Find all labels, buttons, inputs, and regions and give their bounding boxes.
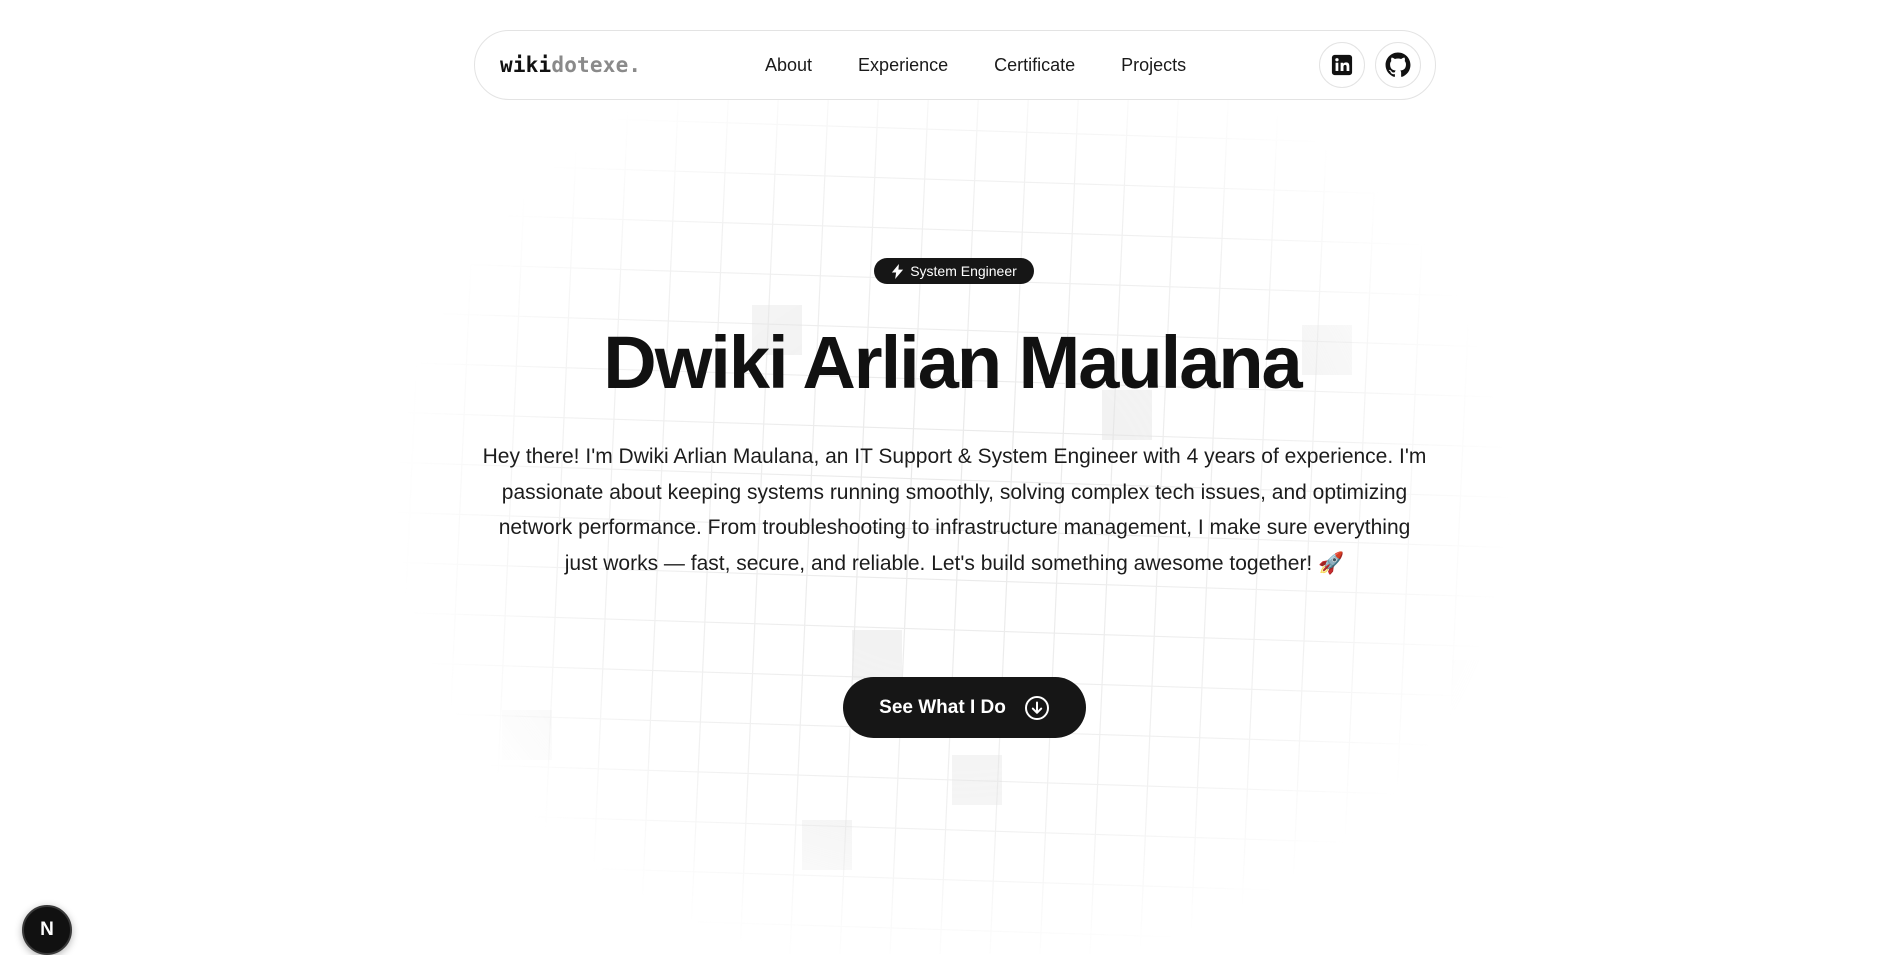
lightning-icon <box>892 263 904 279</box>
grid-cell <box>802 820 852 870</box>
top-navbar: wikidotexe. About Experience Certificate… <box>474 30 1436 100</box>
role-badge: System Engineer <box>874 258 1034 284</box>
grid-line <box>389 59 431 954</box>
cta-label: See What I Do <box>879 696 1006 718</box>
nav-links: About Experience Certificate Projects <box>765 31 1186 99</box>
grid-line <box>339 59 381 954</box>
nav-link-certificate[interactable]: Certificate <box>994 55 1075 76</box>
grid-cell <box>1452 660 1502 710</box>
grid-line <box>319 859 1591 901</box>
social-links <box>1319 42 1421 88</box>
grid-cell <box>502 710 552 760</box>
nav-link-projects[interactable]: Projects <box>1121 55 1186 76</box>
nextjs-badge-label: N <box>40 919 54 940</box>
grid-line <box>319 159 1591 201</box>
grid-line <box>319 109 1591 151</box>
role-badge-label: System Engineer <box>910 263 1017 279</box>
nav-link-experience[interactable]: Experience <box>858 55 948 76</box>
arrow-down-circle-icon <box>1024 695 1049 720</box>
linkedin-icon <box>1331 54 1353 76</box>
github-button[interactable] <box>1375 42 1421 88</box>
linkedin-button[interactable] <box>1319 42 1365 88</box>
grid-line <box>1489 59 1531 954</box>
hero-description: Hey there! I'm Dwiki Arlian Maulana, an … <box>482 445 1427 575</box>
grid-line <box>319 609 1591 651</box>
site-logo[interactable]: wikidotexe. <box>500 53 641 77</box>
nextjs-dev-badge[interactable]: N <box>22 905 72 955</box>
logo-secondary: dotexe. <box>551 53 642 77</box>
grid-line <box>1439 59 1481 954</box>
grid-cell <box>852 630 902 680</box>
grid-line <box>319 759 1591 801</box>
github-icon <box>1385 52 1411 77</box>
grid-line <box>319 809 1591 851</box>
see-what-i-do-button[interactable]: See What I Do <box>843 677 1086 738</box>
nav-link-about[interactable]: About <box>765 55 812 76</box>
grid-cell <box>952 755 1002 805</box>
hero-title: Dwiki Arlian Maulana <box>603 321 1302 404</box>
grid-line <box>319 209 1591 251</box>
grid-line <box>439 59 481 954</box>
grid-line <box>319 909 1591 951</box>
logo-primary: wiki <box>500 53 552 77</box>
